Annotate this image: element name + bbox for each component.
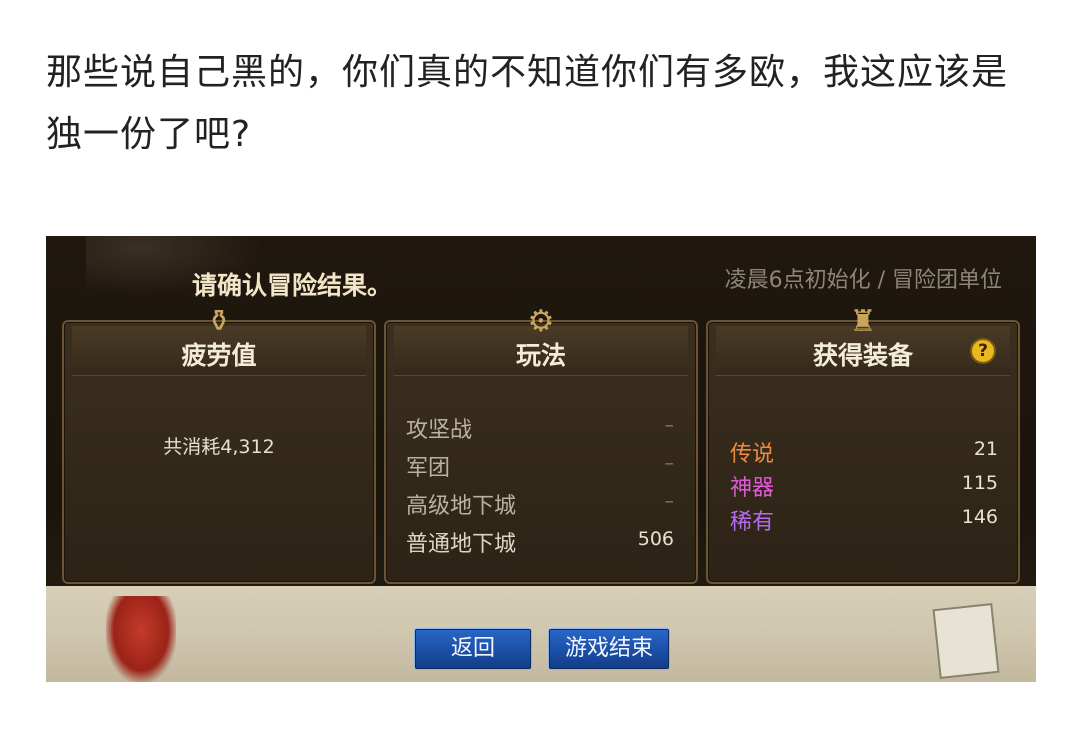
back-button[interactable]: 返回 xyxy=(414,628,532,670)
fatigue-panel: ⚱ 疲劳值 共消耗4,312 xyxy=(62,304,376,584)
mode-list: 攻坚战 – 军团 – 高级地下城 – 普通地下城 506 xyxy=(406,408,674,560)
equip-count: 146 xyxy=(961,506,998,528)
mode-row-normal-dungeon: 普通地下城 506 xyxy=(406,522,674,560)
equip-row-epic: 神器 115 xyxy=(730,468,998,502)
equip-count: 21 xyxy=(973,438,998,460)
game-screenshot: 请确认冒险结果。 凌晨6点初始化 / 冒险团单位 ⚱ 疲劳值 共消耗4,312 … xyxy=(46,236,1036,682)
mode-name: 普通地下城 xyxy=(406,532,517,557)
fatigue-panel-title: 疲劳值 xyxy=(181,341,257,370)
mode-name: 高级地下城 xyxy=(406,494,517,519)
equip-row-legendary: 传说 21 xyxy=(730,434,998,468)
equip-rarity-label: 神器 xyxy=(730,476,775,501)
background-character xyxy=(106,596,176,682)
mode-value: – xyxy=(664,490,675,512)
equip-count: 115 xyxy=(961,472,998,494)
equipment-panel-header: ♜ 获得装备 ? xyxy=(716,304,1010,376)
reset-note: 凌晨6点初始化 / 冒险团单位 xyxy=(724,268,1002,293)
mode-row-advanced-dungeon: 高级地下城 – xyxy=(406,484,674,522)
mode-value: – xyxy=(664,452,675,474)
mode-panel: ⚙ 玩法 攻坚战 – 军团 – 高级地下城 – 普通地下城 506 xyxy=(384,304,698,584)
mode-value: – xyxy=(664,414,675,436)
background-signpost xyxy=(932,603,1000,679)
mode-name: 军团 xyxy=(406,456,451,481)
fatigue-panel-header: ⚱ 疲劳值 xyxy=(72,304,366,376)
equip-rarity-label: 稀有 xyxy=(730,510,775,535)
equipment-panel-title: 获得装备 xyxy=(812,341,913,370)
help-icon[interactable]: ? xyxy=(970,338,996,364)
end-game-button[interactable]: 游戏结束 xyxy=(548,628,670,670)
background-scene xyxy=(46,586,1036,682)
equip-rarity-label: 传说 xyxy=(730,442,775,467)
mode-row-raid: 攻坚战 – xyxy=(406,408,674,446)
mode-value: 506 xyxy=(637,528,674,550)
mode-panel-header: ⚙ 玩法 xyxy=(394,304,688,376)
mode-name: 攻坚战 xyxy=(406,418,473,443)
equipment-list: 传说 21 神器 115 稀有 146 xyxy=(730,434,998,536)
equipment-panel: ♜ 获得装备 ? 传说 21 神器 115 稀有 146 xyxy=(706,304,1020,584)
post-text: 那些说自己黑的，你们真的不知道你们有多欧，我这应该是独一份了吧? xyxy=(46,52,1009,155)
mode-row-legion: 军团 – xyxy=(406,446,674,484)
fatigue-consumed: 共消耗4,312 xyxy=(163,436,275,458)
equip-row-rare: 稀有 146 xyxy=(730,502,998,536)
dialog-title: 请确认冒险结果。 xyxy=(192,271,393,300)
mode-panel-title: 玩法 xyxy=(515,341,566,370)
